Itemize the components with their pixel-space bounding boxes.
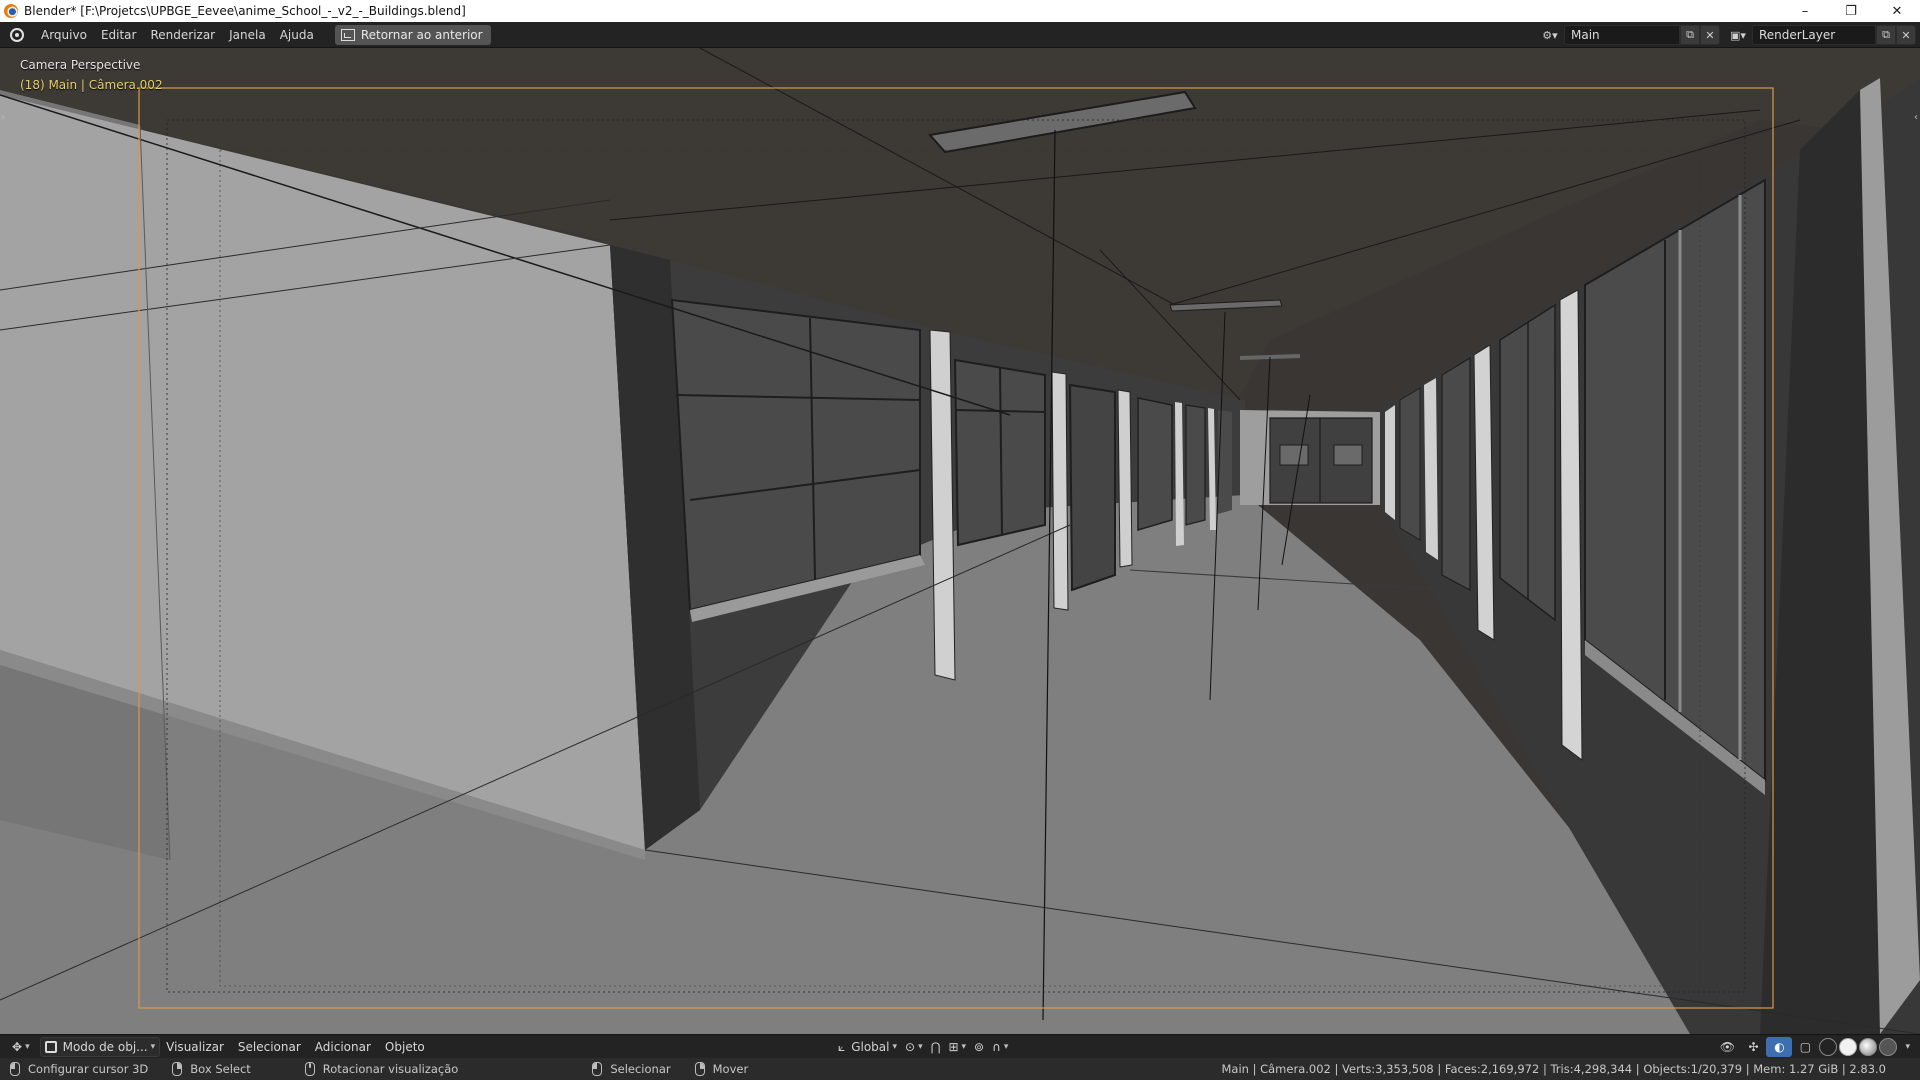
remove-view-layer-icon[interactable]: ✕ — [1896, 25, 1916, 45]
right-column-2 — [1424, 378, 1438, 560]
window-left-5 — [1218, 410, 1232, 514]
status-hint-move: Mover — [694, 1062, 749, 1076]
new-view-layer-icon[interactable]: ⧉ — [1876, 25, 1896, 45]
orientation-label: Global — [851, 1040, 890, 1054]
menu-ajuda[interactable]: Ajuda — [273, 25, 321, 45]
right-column-4 — [1559, 289, 1583, 762]
render-layer-field[interactable]: RenderLayer — [1752, 25, 1876, 45]
gizmo-toggle-icon[interactable]: ✣ — [1740, 1037, 1766, 1057]
scene-icon[interactable]: ⚙▾ — [1536, 25, 1564, 45]
status-hint-label: Mover — [712, 1062, 749, 1076]
object-mode-selector[interactable]: Modo de obj... ▾ — [39, 1036, 161, 1057]
sidebar-expand-arrow-icon[interactable]: ‹ — [1914, 112, 1918, 123]
transform-controls: ⟀ Global ▾ ⊙ ▾ ⋂ ⊞ ▾ ⊚ ∩ ▾ — [834, 1037, 1012, 1057]
overlays-toggle-icon[interactable]: ◐ — [1766, 1037, 1793, 1057]
header-menu-selecionar[interactable]: Selecionar — [232, 1037, 307, 1057]
view-layer-icon[interactable]: ▣▾ — [1724, 25, 1752, 45]
wireframe-shading-icon[interactable] — [1819, 1038, 1838, 1056]
3d-viewport[interactable]: › ‹ — [0, 48, 1920, 1034]
window-titlebar: Blender* [F:\Projetcs\UPBGE_Eevee\anime_… — [0, 0, 1920, 22]
solid-shading-icon[interactable] — [1839, 1038, 1858, 1056]
status-hint-label: Rotacionar visualização — [322, 1062, 459, 1076]
new-scene-icon[interactable]: ⧉ — [1680, 25, 1700, 45]
back-screen-icon — [340, 28, 355, 41]
rendered-shading-icon[interactable] — [1879, 1038, 1898, 1056]
header-menu-visualizar[interactable]: Visualizar — [160, 1037, 230, 1057]
orientation-axes-icon: ⟀ — [838, 1039, 846, 1054]
xray-toggle-icon[interactable]: ▢ — [1792, 1037, 1818, 1057]
blender-app-icon — [4, 4, 18, 18]
menu-editar[interactable]: Editar — [94, 25, 144, 45]
menu-arquivo[interactable]: Arquivo — [34, 25, 94, 45]
mouse-right-icon — [694, 1062, 705, 1076]
viewport-object-label: (18) Main | Câmera.002 — [20, 78, 163, 92]
scene-selector: ⚙▾ Main ⧉ ✕ — [1536, 25, 1720, 45]
status-hint-cursor: Configurar cursor 3D — [10, 1062, 148, 1076]
status-bar: Configurar cursor 3D Box Select Rotacion… — [0, 1058, 1920, 1080]
top-menu-bar: Arquivo Editar Renderizar Janela Ajuda R… — [0, 22, 1920, 48]
viewport-camera-label: Camera Perspective — [20, 58, 141, 72]
status-hint-label: Box Select — [190, 1062, 251, 1076]
pivot-point-icon[interactable]: ⊙ ▾ — [901, 1037, 927, 1057]
right-column-1 — [1385, 405, 1395, 520]
object-mode-icon — [44, 1040, 57, 1053]
scene-name-field[interactable]: Main — [1564, 25, 1680, 45]
remove-scene-icon[interactable]: ✕ — [1700, 25, 1720, 45]
classroom-door-1 — [1068, 383, 1116, 592]
scene-statistics: Main | Câmera.002 | Verts:3,353,508 | Fa… — [1221, 1062, 1886, 1076]
mouse-middle-icon — [304, 1062, 315, 1076]
proportional-editing-icon[interactable]: ⊚ — [970, 1037, 988, 1057]
back-to-previous-button[interactable]: Retornar ao anterior — [334, 24, 491, 45]
column-2 — [1051, 371, 1069, 611]
falloff-curve-icon[interactable]: ∩ ▾ — [988, 1037, 1012, 1057]
viewport-scene-render — [0, 48, 1920, 1034]
menu-janela[interactable]: Janela — [222, 25, 273, 45]
header-menu-objeto[interactable]: Objeto — [379, 1037, 431, 1057]
window-controls: – ❐ ✕ — [1782, 0, 1920, 22]
maximize-button[interactable]: ❐ — [1828, 0, 1874, 22]
transform-orientation-selector[interactable]: ⟀ Global ▾ — [834, 1037, 901, 1057]
close-window-button[interactable]: ✕ — [1874, 0, 1920, 22]
visibility-eye-icon[interactable]: 👁 — [1714, 1037, 1740, 1057]
view-layer-selector: ▣▾ RenderLayer ⧉ ✕ — [1724, 25, 1916, 45]
status-hint-label: Configurar cursor 3D — [28, 1062, 149, 1076]
status-hint-rotate: Rotacionar visualização — [304, 1062, 459, 1076]
window-left-4 — [1185, 404, 1206, 526]
mouse-left-icon — [592, 1062, 603, 1076]
snap-magnet-icon[interactable]: ⋂ — [927, 1037, 945, 1057]
editor-type-icon[interactable]: ✥ ▾ — [8, 1037, 34, 1057]
snap-target-icon[interactable]: ⊞ ▾ — [944, 1037, 970, 1057]
viewport-header: ✥ ▾ Modo de obj... ▾ Visualizar Seleciona… — [0, 1034, 1920, 1058]
header-menu-adicionar[interactable]: Adicionar — [309, 1037, 377, 1057]
material-shading-icon[interactable] — [1859, 1038, 1878, 1056]
object-mode-label: Modo de obj... — [62, 1039, 148, 1054]
scene-selectors: ⚙▾ Main ⧉ ✕ ▣▾ RenderLayer ⧉ ✕ — [1536, 22, 1920, 48]
mouse-left-icon — [10, 1062, 20, 1076]
back-button-label: Retornar ao anterior — [360, 27, 483, 42]
viewport-display-controls: 👁 ✣ ◐ ▢ ▾ — [1714, 1037, 1914, 1057]
mouse-right-icon — [172, 1062, 183, 1076]
right-window-1 — [1399, 387, 1421, 541]
window-title: Blender* [F:\Projetcs\UPBGE_Eevee\anime_… — [24, 4, 466, 18]
minimize-button[interactable]: – — [1782, 0, 1828, 22]
shading-options-chevron-icon[interactable]: ▾ — [1898, 1037, 1914, 1057]
status-hint-box-select: Box Select — [172, 1062, 251, 1076]
right-window-2 — [1441, 356, 1471, 592]
window-left-3 — [1137, 397, 1173, 532]
column-3 — [1117, 389, 1133, 568]
status-hint-label: Selecionar — [610, 1062, 671, 1076]
toolbar-expand-arrow-icon[interactable]: › — [1, 112, 5, 123]
blender-logo-icon[interactable] — [0, 22, 34, 48]
menu-renderizar[interactable]: Renderizar — [143, 25, 222, 45]
status-hint-select: Selecionar — [592, 1062, 671, 1076]
